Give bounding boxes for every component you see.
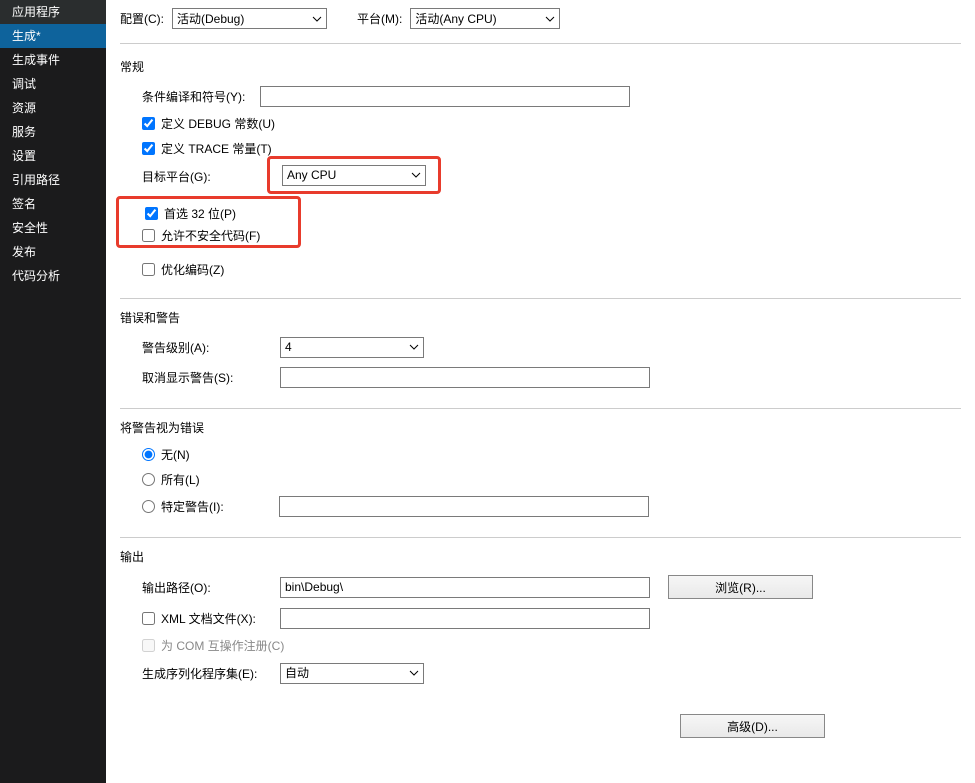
sidebar-item-reference-paths[interactable]: 引用路径 [0,168,106,192]
sidebar-item-security[interactable]: 安全性 [0,216,106,240]
treat-specific-radio[interactable] [142,500,155,513]
section-output-title: 输出 [120,548,961,565]
section-warnings: 警告级别(A): 4 取消显示警告(S): [120,336,961,409]
highlight-target-platform: Any CPU [267,156,441,194]
define-debug-label: 定义 DEBUG 常数(U) [161,115,275,132]
xml-doc-label: XML 文档文件(X): [161,610,273,627]
treat-none-label: 无(N) [161,446,190,463]
platform-select[interactable]: 活动(Any CPU) [410,8,560,29]
sidebar-item-publish[interactable]: 发布 [0,240,106,264]
prefer-32bit-checkbox[interactable] [145,207,158,220]
section-general: 条件编译和符号(Y): 定义 DEBUG 常数(U) 定义 TRACE 常量(T… [120,85,961,299]
config-select[interactable]: 活动(Debug) [172,8,327,29]
sidebar-item-build[interactable]: 生成* [0,24,106,48]
output-path-label: 输出路径(O): [142,579,260,596]
xml-doc-input [280,608,650,629]
sidebar-item-resources[interactable]: 资源 [0,96,106,120]
browse-button[interactable]: 浏览(R)... [668,575,813,599]
suppress-warnings-input[interactable] [280,367,650,388]
define-debug-checkbox[interactable] [142,117,155,130]
config-label: 配置(C): [120,10,164,27]
treat-all-label: 所有(L) [161,471,200,488]
treat-specific-input [279,496,649,517]
platform-label: 平台(M): [357,10,402,27]
section-treat: 无(N) 所有(L) 特定警告(I): [120,446,961,538]
allow-unsafe-checkbox[interactable] [142,229,155,242]
cond-symbols-input[interactable] [260,86,630,107]
output-path-input[interactable] [280,577,650,598]
optimize-label: 优化编码(Z) [161,261,224,278]
section-output: 输出路径(O): 浏览(R)... XML 文档文件(X): 为 COM 互操作… [120,575,961,750]
main-panel: 配置(C): 活动(Debug) 平台(M): 活动(Any CPU) 常规 条… [106,0,975,783]
sidebar: 应用程序 生成* 生成事件 调试 资源 服务 设置 引用路径 签名 安全性 发布… [0,0,106,783]
sidebar-item-code-analysis[interactable]: 代码分析 [0,264,106,288]
optimize-checkbox[interactable] [142,263,155,276]
section-warnings-title: 错误和警告 [120,309,961,326]
define-trace-checkbox[interactable] [142,142,155,155]
treat-specific-label: 特定警告(I): [161,498,261,515]
sidebar-item-debug[interactable]: 调试 [0,72,106,96]
treat-all-radio[interactable] [142,473,155,486]
register-com-checkbox [142,639,155,652]
suppress-warnings-label: 取消显示警告(S): [142,369,260,386]
cond-symbols-label: 条件编译和符号(Y): [142,88,260,105]
sidebar-item-build-events[interactable]: 生成事件 [0,48,106,72]
sidebar-item-application[interactable]: 应用程序 [0,0,106,24]
advanced-button[interactable]: 高级(D)... [680,714,825,738]
sidebar-item-signing[interactable]: 签名 [0,192,106,216]
sidebar-item-settings[interactable]: 设置 [0,144,106,168]
gen-assembly-label: 生成序列化程序集(E): [142,665,270,682]
section-general-title: 常规 [120,58,961,75]
register-com-label: 为 COM 互操作注册(C) [161,637,284,654]
warning-level-label: 警告级别(A): [142,339,260,356]
prefer-32bit-label: 首选 32 位(P) [164,205,236,222]
gen-assembly-select[interactable]: 自动 [280,663,424,684]
config-platform-row: 配置(C): 活动(Debug) 平台(M): 活动(Any CPU) [120,0,961,44]
xml-doc-checkbox[interactable] [142,612,155,625]
section-treat-title: 将警告视为错误 [120,419,961,436]
define-trace-label: 定义 TRACE 常量(T) [161,140,272,157]
warning-level-select[interactable]: 4 [280,337,424,358]
sidebar-item-services[interactable]: 服务 [0,120,106,144]
treat-none-radio[interactable] [142,448,155,461]
target-platform-select[interactable]: Any CPU [282,165,426,186]
target-platform-label: 目标平台(G): [142,168,260,185]
allow-unsafe-label: 允许不安全代码(F) [161,227,260,244]
